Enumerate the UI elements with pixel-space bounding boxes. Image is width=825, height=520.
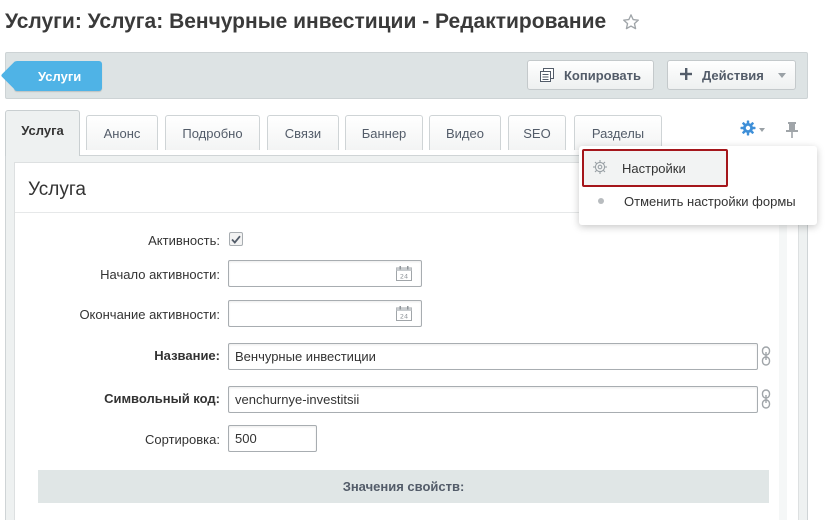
name-label: Название: <box>154 348 220 363</box>
tab-label: SEO <box>523 125 551 141</box>
end-date-label: Окончание активности: <box>79 307 220 322</box>
properties-title: Значения свойств: <box>342 479 465 494</box>
start-date-label: Начало активности: <box>100 267 220 282</box>
toolbar: Услуги Копировать Действия <box>5 52 808 99</box>
menu-item-reset-form-settings[interactable]: Отменить настройки формы <box>579 186 817 216</box>
tab-seo[interactable]: SEO <box>508 115 566 150</box>
copy-button-label: Копировать <box>564 67 642 83</box>
tab-banner[interactable]: Баннер <box>345 115 423 150</box>
tab-label: Видео <box>446 125 484 141</box>
back-to-services-button[interactable]: Услуги <box>14 61 102 91</box>
code-value: venchurnye-investitsii <box>235 392 360 407</box>
star-icon[interactable] <box>622 13 640 31</box>
form-settings-button[interactable] <box>740 120 766 141</box>
settings-dropdown: Настройки Отменить настройки формы <box>579 146 817 225</box>
tab-label: Анонс <box>103 125 141 141</box>
code-input[interactable]: venchurnye-investitsii <box>228 386 758 413</box>
sort-value: 500 <box>235 431 257 446</box>
active-label: Активность: <box>148 233 220 248</box>
tab-label: Баннер <box>361 125 407 141</box>
chevron-down-icon <box>759 128 765 132</box>
name-value: Венчурные инвестиции <box>235 349 376 364</box>
tab-label: Связи <box>284 125 322 141</box>
svg-text:24: 24 <box>400 273 408 281</box>
calendar-icon[interactable]: 24 <box>396 266 412 281</box>
name-input[interactable]: Венчурные инвестиции <box>228 343 758 370</box>
active-checkbox[interactable] <box>229 232 243 246</box>
chevron-down-icon <box>777 72 786 78</box>
actions-button[interactable]: Действия <box>667 60 796 90</box>
svg-text:24: 24 <box>400 313 408 321</box>
sort-label: Сортировка: <box>145 432 220 447</box>
tab-announce[interactable]: Анонс <box>86 115 158 150</box>
gear-icon <box>740 120 756 141</box>
tab-label: Разделы <box>591 125 645 141</box>
copy-icon <box>540 68 554 82</box>
end-date-input[interactable]: 24 <box>228 300 422 327</box>
properties-header: Значения свойств: <box>38 470 769 503</box>
page-title: Услуги: Услуга: Венчурные инвестиции - Р… <box>5 10 640 34</box>
chain-link-icon[interactable] <box>761 389 771 409</box>
pin-icon[interactable] <box>785 121 799 139</box>
plus-icon <box>680 68 692 82</box>
actions-button-label: Действия <box>702 67 764 83</box>
section-title: Услуга <box>28 179 86 200</box>
start-date-input[interactable]: 24 <box>228 260 422 287</box>
tab-label: Услуга <box>21 123 64 138</box>
bullet-icon <box>598 198 604 204</box>
sort-input[interactable]: 500 <box>228 425 317 452</box>
menu-item-label: Настройки <box>622 160 686 176</box>
menu-item-label: Отменить настройки формы <box>624 193 796 209</box>
copy-button[interactable]: Копировать <box>527 60 654 90</box>
tab-sections[interactable]: Разделы <box>574 115 662 150</box>
tab-video[interactable]: Видео <box>429 115 501 150</box>
menu-item-settings[interactable]: Настройки <box>582 149 728 187</box>
tab-links[interactable]: Связи <box>267 115 339 150</box>
code-label: Символьный код: <box>104 391 220 406</box>
gear-icon <box>592 159 608 178</box>
calendar-icon[interactable]: 24 <box>396 306 412 321</box>
tab-details[interactable]: Подробно <box>165 115 260 150</box>
chain-link-icon[interactable] <box>761 346 771 366</box>
back-button-label: Услуги <box>38 68 82 84</box>
tab-label: Подробно <box>182 125 243 141</box>
page-title-text: Услуги: Услуга: Венчурные инвестиции - Р… <box>5 10 607 33</box>
tab-service[interactable]: Услуга <box>5 110 80 156</box>
